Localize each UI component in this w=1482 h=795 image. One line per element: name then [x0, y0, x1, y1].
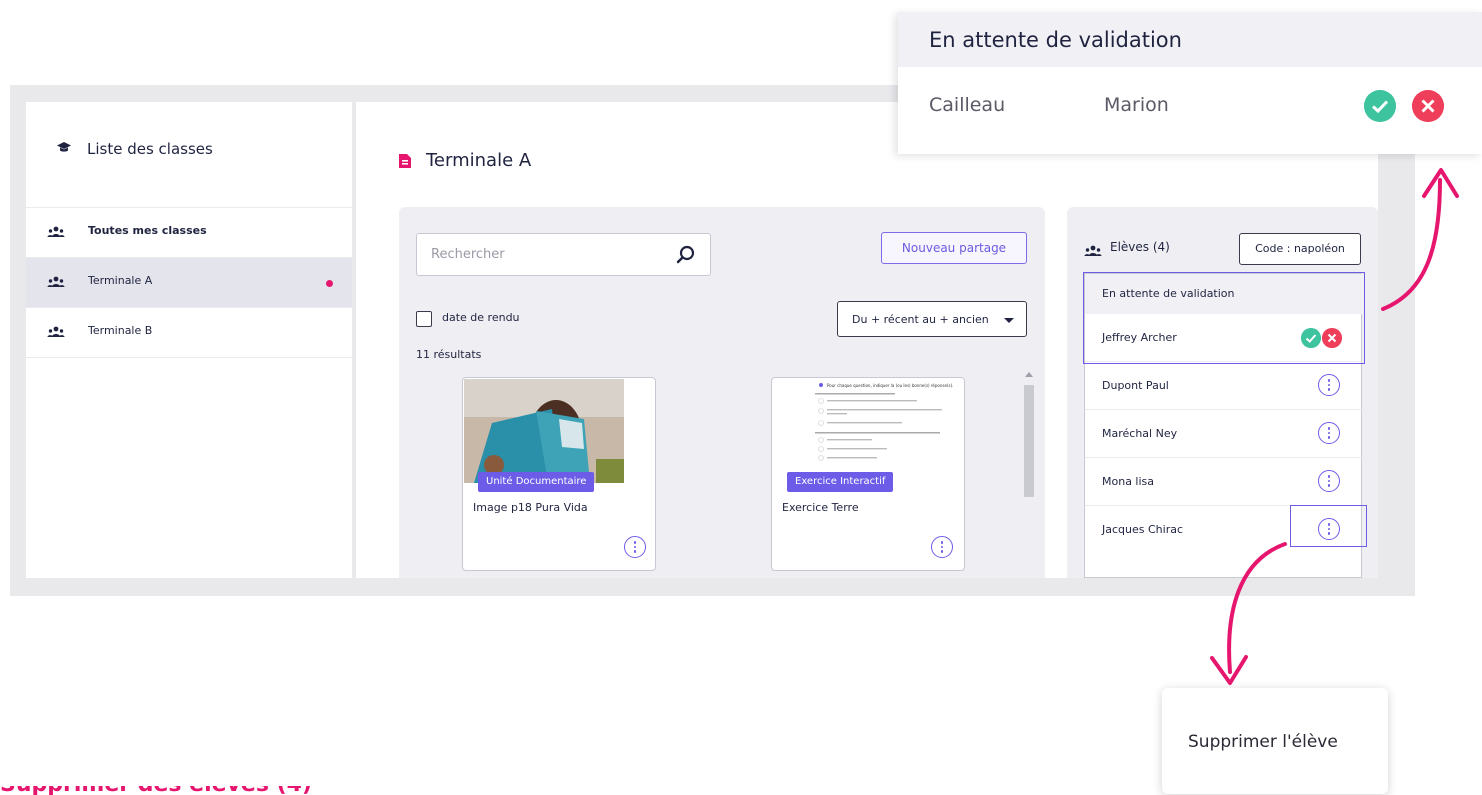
users-icon [1084, 245, 1102, 256]
main-area: Terminale A Rechercher Nouveau partage d… [356, 102, 1378, 578]
documents-panel: Rechercher Nouveau partage date de rendu… [399, 207, 1045, 578]
sidebar-header: Liste des classes [26, 102, 352, 208]
sidebar-item-label: Terminale A [88, 274, 153, 287]
class-code-button[interactable]: Code : napoléon [1239, 233, 1361, 265]
section-title-fragment: Supprimer des élèves (4) [0, 786, 400, 795]
due-date-checkbox[interactable] [416, 311, 432, 327]
type-badge: Unité Documentaire [478, 472, 595, 492]
sidebar-item-label: Toutes mes classes [88, 224, 207, 237]
users-icon [47, 276, 65, 287]
more-vertical-icon[interactable] [624, 536, 646, 558]
search-icon[interactable] [675, 244, 697, 266]
app-window: Liste des classes Toutes mes classes Ter… [10, 85, 1415, 596]
scroll-up-arrow[interactable] [1025, 372, 1033, 377]
search-input[interactable]: Rechercher [416, 233, 711, 276]
more-vertical-icon[interactable] [931, 536, 953, 558]
student-name: Dupont Paul [1102, 379, 1169, 392]
menu-highlight [1290, 505, 1367, 547]
exercise-question: Pour chaque question, indiquer la (ou le… [827, 383, 953, 388]
sidebar-item-label: Terminale B [88, 324, 153, 337]
callout-header: En attente de validation [898, 12, 1482, 67]
document-icon [399, 154, 411, 168]
student-row: Dupont Paul [1085, 362, 1363, 410]
arrow-head-top [1422, 168, 1459, 198]
sidebar-item-terminale-a[interactable]: Terminale A [26, 258, 352, 308]
card-title: Exercice Terre [782, 501, 859, 514]
arrow-head-bottom [1210, 655, 1248, 685]
search-placeholder: Rechercher [431, 247, 505, 262]
sidebar-item-terminale-b[interactable]: Terminale B [26, 308, 352, 358]
due-date-label: date de rendu [442, 311, 520, 324]
student-first-name: Marion [1104, 94, 1169, 116]
document-card[interactable]: Pour chaque question, indiquer la (ou le… [771, 377, 965, 571]
card-title: Image p18 Pura Vida [473, 501, 588, 514]
chevron-down-icon [1004, 318, 1014, 323]
more-vertical-icon[interactable] [1318, 470, 1340, 492]
student-row: Mona lisa [1085, 458, 1363, 506]
results-count: 11 résultats [416, 348, 482, 361]
sort-select[interactable]: Du + récent au + ancien [837, 301, 1027, 337]
document-thumbnail: Pour chaque question, indiquer la (ou le… [789, 379, 964, 483]
pending-validation-callout: En attente de validation Cailleau Marion [898, 12, 1482, 154]
student-context-menu: Supprimer l'élève [1162, 688, 1388, 794]
students-list: En attente de validation Jeffrey Archer [1083, 272, 1367, 578]
more-vertical-icon[interactable] [1318, 422, 1340, 444]
student-name: Maréchal Ney [1102, 427, 1178, 440]
scrollbar-thumb[interactable] [1024, 385, 1034, 497]
graduation-cap-icon [57, 142, 71, 152]
sidebar-title: Liste des classes [87, 140, 213, 158]
page-title: Terminale A [426, 150, 532, 171]
users-icon [47, 226, 65, 237]
student-row: Maréchal Ney [1085, 410, 1363, 458]
student-name: Mona lisa [1102, 475, 1155, 488]
document-thumbnail [464, 379, 624, 483]
sidebar: Liste des classes Toutes mes classes Ter… [26, 102, 352, 578]
section-title: Supprimer des élèves (4) [0, 786, 400, 795]
notification-dot [326, 280, 333, 287]
students-header: Elèves (4) [1110, 240, 1170, 254]
close-icon[interactable] [1412, 90, 1444, 122]
student-name: Jacques Chirac [1102, 523, 1184, 536]
users-icon [47, 326, 65, 337]
type-badge: Exercice Interactif [787, 472, 894, 492]
check-icon[interactable] [1364, 90, 1396, 122]
pending-highlight [1083, 272, 1365, 364]
remove-student-option[interactable]: Supprimer l'élève [1188, 732, 1338, 752]
sort-label: Du + récent au + ancien [852, 313, 989, 326]
document-card[interactable]: Unité Documentaire Image p18 Pura Vida [462, 377, 656, 571]
more-vertical-icon[interactable] [1318, 374, 1340, 396]
students-panel: Elèves (4) Code : napoléon En attente de… [1067, 207, 1378, 578]
student-last-name: Cailleau [929, 94, 1006, 116]
callout-header-label: En attente de validation [929, 28, 1182, 52]
sidebar-item-all-classes[interactable]: Toutes mes classes [26, 208, 352, 258]
new-share-button[interactable]: Nouveau partage [881, 232, 1027, 264]
